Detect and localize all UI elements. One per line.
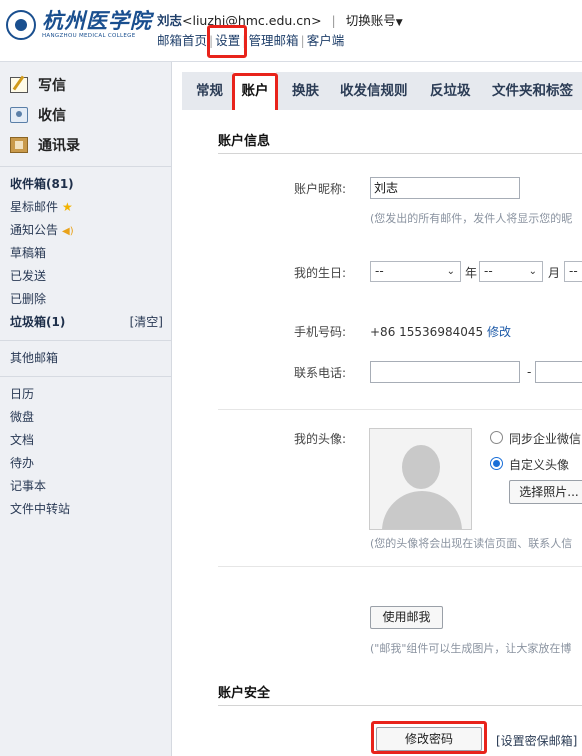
birthday-label: 我的生日: bbox=[294, 266, 347, 280]
starred-label: 星标邮件 bbox=[10, 200, 59, 214]
year-unit: 年 bbox=[465, 266, 478, 280]
college-emblem-icon bbox=[6, 10, 36, 40]
account-security-heading: 账户安全 bbox=[218, 682, 582, 706]
change-password-highlight-box bbox=[371, 721, 487, 754]
mobile-edit-link[interactable]: 修改 bbox=[487, 325, 511, 339]
switch-account-link[interactable]: 切换账号 bbox=[346, 13, 396, 28]
sidebar-item-drafts[interactable]: 草稿箱 bbox=[0, 242, 171, 265]
tab-folders-labels[interactable]: 文件夹和标签 bbox=[492, 72, 573, 110]
avatar-custom-radio[interactable] bbox=[490, 457, 503, 470]
avatar-sync-radio[interactable] bbox=[490, 431, 503, 444]
sidebar-contacts[interactable]: 通讯录 bbox=[0, 130, 171, 160]
section-divider bbox=[218, 566, 582, 567]
sidebar-item-starred[interactable]: 星标邮件 ★ bbox=[0, 196, 171, 219]
notices-label: 通知公告 bbox=[10, 223, 59, 237]
caret-down-icon[interactable]: ▼ bbox=[396, 18, 403, 28]
logo-en-text: HANGZHOU MEDICAL COLLEGE bbox=[42, 33, 136, 39]
tab-mail-rules[interactable]: 收发信规则 bbox=[340, 72, 408, 110]
account-settings-panel: 账户信息 账户昵称: 刘志 (您发出的所有邮件，发件人将显示您的昵 我的生日: … bbox=[182, 110, 582, 756]
compose-label: 写信 bbox=[38, 78, 66, 94]
tab-skin[interactable]: 换肤 bbox=[292, 72, 319, 110]
sidebar: 写信 收信 通讯录 收件箱(81) 星标邮件 ★ 通知公告 ◀) 草稿箱 已发送 已… bbox=[0, 62, 172, 756]
sidebar-compose[interactable]: 写信 bbox=[0, 70, 171, 100]
nickname-hint: (您发出的所有邮件，发件人将显示您的昵 bbox=[370, 212, 573, 225]
nav-mailbox-home[interactable]: 邮箱首页 bbox=[157, 33, 207, 48]
use-mail-me-button[interactable]: 使用邮我 bbox=[370, 606, 443, 629]
sidebar-item-deleted[interactable]: 已删除 bbox=[0, 288, 171, 311]
avatar-preview bbox=[369, 428, 472, 530]
sidebar-item-spam[interactable]: 垃圾箱(1) [清空] bbox=[0, 311, 171, 334]
sidebar-item-calendar[interactable]: 日历 bbox=[0, 383, 171, 406]
receive-label: 收信 bbox=[38, 108, 66, 124]
clear-spam-link[interactable]: [清空] bbox=[130, 311, 163, 334]
top-header: 杭州医学院 HANGZHOU MEDICAL COLLEGE 刘志<liuzhi… bbox=[0, 0, 582, 62]
sidebar-item-todo[interactable]: 待办 bbox=[0, 452, 171, 475]
spam-label: 垃圾箱(1) bbox=[10, 315, 66, 329]
chevron-down-icon: ⌄ bbox=[528, 266, 537, 277]
receive-icon bbox=[10, 107, 28, 123]
sidebar-item-notes[interactable]: 记事本 bbox=[0, 475, 171, 498]
mobile-number: +86 15536984045 bbox=[370, 325, 484, 339]
user-name: 刘志 bbox=[157, 13, 183, 28]
sidebar-divider bbox=[0, 166, 171, 167]
choose-photo-button[interactable]: 选择照片... bbox=[509, 480, 582, 504]
logo-cn-text: 杭州医学院 bbox=[42, 8, 152, 33]
speaker-icon: ◀) bbox=[62, 226, 74, 237]
sidebar-item-file-transfer[interactable]: 文件中转站 bbox=[0, 498, 171, 521]
avatar-hint: (您的头像将会出现在读信页面、联系人信 bbox=[370, 537, 573, 550]
avatar-placeholder-body bbox=[382, 491, 462, 529]
nav-client[interactable]: 客户端 bbox=[307, 33, 345, 48]
set-security-email-link[interactable]: [设置密保邮箱] bbox=[496, 732, 577, 749]
star-icon: ★ bbox=[62, 200, 73, 214]
tab-antispam[interactable]: 反垃圾 bbox=[430, 72, 471, 110]
phone-dash: - bbox=[527, 365, 532, 379]
avatar-sync-label[interactable]: 同步企业微信 bbox=[509, 430, 581, 447]
avatar-placeholder-head bbox=[402, 445, 440, 489]
birth-month-select[interactable]: -- ⌄ bbox=[479, 261, 543, 282]
user-email: <liuzhi@hmc.edu.cn> bbox=[182, 13, 322, 28]
tab-general[interactable]: 常规 bbox=[196, 72, 223, 110]
sidebar-item-docs[interactable]: 文档 bbox=[0, 429, 171, 452]
sidebar-receive[interactable]: 收信 bbox=[0, 100, 171, 130]
sidebar-item-notices[interactable]: 通知公告 ◀) bbox=[0, 219, 171, 242]
account-info-heading: 账户信息 bbox=[218, 130, 582, 154]
nickname-input[interactable]: 刘志 bbox=[370, 177, 520, 199]
birth-day-select[interactable]: -- bbox=[564, 261, 582, 282]
contacts-label: 通讯录 bbox=[38, 138, 80, 154]
sidebar-item-disk[interactable]: 微盘 bbox=[0, 406, 171, 429]
phone-number-input[interactable] bbox=[535, 361, 582, 383]
mobile-value: +86 15536984045 修改 bbox=[370, 323, 511, 340]
avatar-label: 我的头像: bbox=[294, 432, 347, 446]
chevron-down-icon: ⌄ bbox=[446, 266, 455, 277]
birth-day-value: -- bbox=[569, 264, 578, 278]
user-info: 刘志<liuzhi@hmc.edu.cn> | 切换账号▼ bbox=[157, 13, 403, 28]
mail-me-hint: ("邮我"组件可以生成图片，让大家放在博 bbox=[370, 642, 572, 655]
sidebar-divider bbox=[0, 376, 171, 377]
compose-icon bbox=[10, 77, 28, 93]
sidebar-item-sent[interactable]: 已发送 bbox=[0, 265, 171, 288]
sidebar-item-other-mailbox[interactable]: 其他邮箱 bbox=[0, 347, 171, 370]
birth-month-value: -- bbox=[484, 264, 493, 278]
mobile-label: 手机号码: bbox=[294, 325, 347, 339]
avatar-custom-label[interactable]: 自定义头像 bbox=[509, 456, 569, 473]
sidebar-divider bbox=[0, 340, 171, 341]
section-divider bbox=[218, 409, 582, 410]
phone-area-input[interactable] bbox=[370, 361, 520, 383]
birth-year-value: -- bbox=[375, 264, 384, 278]
phone-label: 联系电话: bbox=[294, 366, 347, 380]
header-nav: 邮箱首页 | 设置 | 管理邮箱 | 客户端 bbox=[157, 33, 345, 48]
birth-year-select[interactable]: -- ⌄ bbox=[370, 261, 461, 282]
sidebar-item-inbox[interactable]: 收件箱(81) bbox=[0, 173, 171, 196]
month-unit: 月 bbox=[548, 266, 561, 280]
college-logo[interactable]: 杭州医学院 HANGZHOU MEDICAL COLLEGE bbox=[6, 10, 152, 40]
nickname-label: 账户昵称: bbox=[294, 182, 347, 196]
nav-manage-mailbox[interactable]: 管理邮箱 bbox=[248, 33, 298, 48]
settings-highlight-box bbox=[207, 25, 247, 58]
contacts-icon bbox=[10, 137, 28, 153]
